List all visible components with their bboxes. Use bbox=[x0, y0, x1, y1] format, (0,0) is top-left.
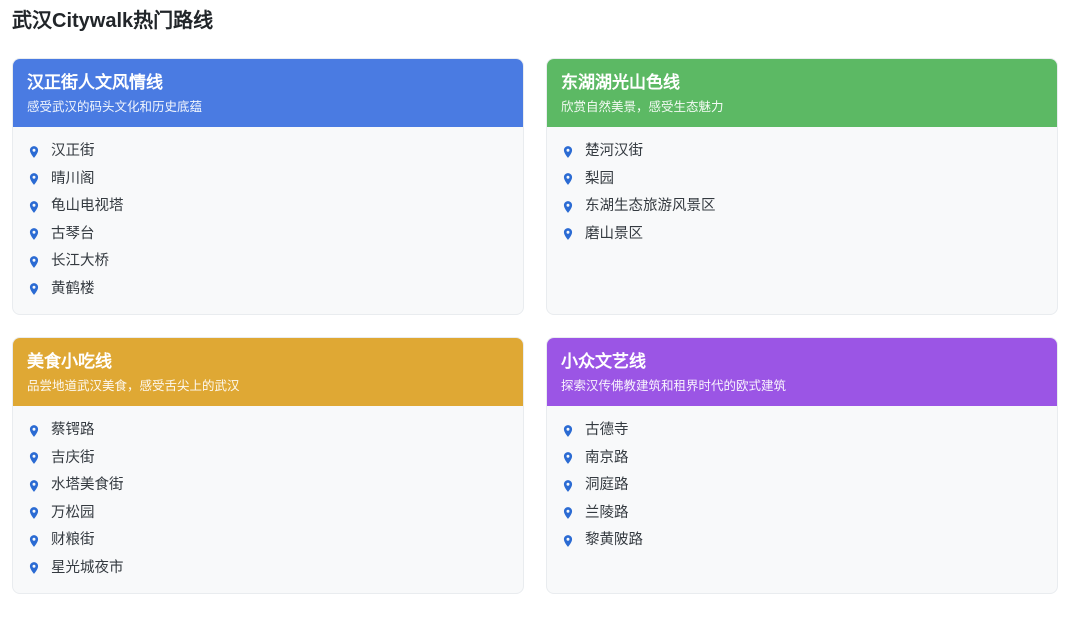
location-pin-icon bbox=[561, 172, 575, 186]
location-pin-icon bbox=[561, 506, 575, 520]
routes-grid: 汉正街人文风情线 感受武汉的码头文化和历史底蕴 汉正街 晴川阁 龟山电视塔 bbox=[12, 58, 1058, 594]
route-title: 小众文艺线 bbox=[561, 350, 1043, 374]
location-pin-icon bbox=[27, 227, 41, 241]
stop-name: 财粮街 bbox=[51, 527, 95, 554]
stop-name: 吉庆街 bbox=[51, 445, 95, 472]
location-pin-icon bbox=[27, 282, 41, 296]
route-stop-item: 黄鹤楼 bbox=[27, 276, 509, 304]
route-card: 汉正街人文风情线 感受武汉的码头文化和历史底蕴 汉正街 晴川阁 龟山电视塔 bbox=[12, 58, 524, 315]
route-stops-list: 古德寺 南京路 洞庭路 兰陵路 黎黄陂路 bbox=[547, 406, 1057, 593]
route-title: 东湖湖光山色线 bbox=[561, 71, 1043, 95]
route-stop-item: 长江大桥 bbox=[27, 248, 509, 276]
location-pin-icon bbox=[561, 451, 575, 465]
route-title: 美食小吃线 bbox=[27, 350, 509, 374]
route-card: 东湖湖光山色线 欣赏自然美景，感受生态魅力 楚河汉街 梨园 东湖生态旅游风景区 bbox=[546, 58, 1058, 315]
route-description: 欣赏自然美景，感受生态魅力 bbox=[561, 99, 1043, 116]
location-pin-icon bbox=[561, 200, 575, 214]
route-stop-item: 晴川阁 bbox=[27, 166, 509, 194]
stop-name: 星光城夜市 bbox=[51, 555, 124, 582]
stop-name: 黄鹤楼 bbox=[51, 276, 95, 303]
route-card-header: 美食小吃线 品尝地道武汉美食，感受舌尖上的武汉 bbox=[13, 338, 523, 406]
stop-name: 古德寺 bbox=[585, 417, 629, 444]
location-pin-icon bbox=[561, 145, 575, 159]
route-card: 美食小吃线 品尝地道武汉美食，感受舌尖上的武汉 蔡锷路 吉庆街 水塔美食街 bbox=[12, 337, 524, 594]
route-title: 汉正街人文风情线 bbox=[27, 71, 509, 95]
stop-name: 东湖生态旅游风景区 bbox=[585, 193, 716, 220]
location-pin-icon bbox=[27, 534, 41, 548]
route-stop-item: 龟山电视塔 bbox=[27, 193, 509, 221]
route-stops-list: 楚河汉街 梨园 东湖生态旅游风景区 磨山景区 bbox=[547, 127, 1057, 314]
route-card: 小众文艺线 探索汉传佛教建筑和租界时代的欧式建筑 古德寺 南京路 洞庭路 bbox=[546, 337, 1058, 594]
location-pin-icon bbox=[27, 172, 41, 186]
location-pin-icon bbox=[27, 200, 41, 214]
route-stop-item: 东湖生态旅游风景区 bbox=[561, 193, 1043, 221]
route-stop-item: 吉庆街 bbox=[27, 445, 509, 473]
location-pin-icon bbox=[561, 534, 575, 548]
location-pin-icon bbox=[561, 227, 575, 241]
stop-name: 晴川阁 bbox=[51, 166, 95, 193]
page: 武汉Citywalk热门路线 汉正街人文风情线 感受武汉的码头文化和历史底蕴 汉… bbox=[0, 0, 1058, 594]
page-title: 武汉Citywalk热门路线 bbox=[12, 9, 1058, 34]
route-stop-item: 星光城夜市 bbox=[27, 555, 509, 583]
route-stop-item: 梨园 bbox=[561, 166, 1043, 194]
location-pin-icon bbox=[27, 145, 41, 159]
location-pin-icon bbox=[27, 451, 41, 465]
route-stop-item: 蔡锷路 bbox=[27, 417, 509, 445]
route-stops-list: 汉正街 晴川阁 龟山电视塔 古琴台 长江大桥 bbox=[13, 127, 523, 314]
stop-name: 汉正街 bbox=[51, 138, 95, 165]
stop-name: 兰陵路 bbox=[585, 500, 629, 527]
route-stop-item: 黎黄陂路 bbox=[561, 527, 1043, 555]
route-stop-item: 古琴台 bbox=[27, 221, 509, 249]
route-card-header: 汉正街人文风情线 感受武汉的码头文化和历史底蕴 bbox=[13, 59, 523, 127]
stop-name: 磨山景区 bbox=[585, 221, 643, 248]
location-pin-icon bbox=[27, 506, 41, 520]
route-stop-item: 汉正街 bbox=[27, 138, 509, 166]
route-description: 品尝地道武汉美食，感受舌尖上的武汉 bbox=[27, 378, 509, 395]
route-stop-item: 水塔美食街 bbox=[27, 472, 509, 500]
route-description: 探索汉传佛教建筑和租界时代的欧式建筑 bbox=[561, 378, 1043, 395]
location-pin-icon bbox=[27, 424, 41, 438]
route-stop-item: 楚河汉街 bbox=[561, 138, 1043, 166]
location-pin-icon bbox=[561, 479, 575, 493]
route-card-header: 小众文艺线 探索汉传佛教建筑和租界时代的欧式建筑 bbox=[547, 338, 1057, 406]
stop-name: 黎黄陂路 bbox=[585, 527, 643, 554]
route-card-header: 东湖湖光山色线 欣赏自然美景，感受生态魅力 bbox=[547, 59, 1057, 127]
route-stop-item: 南京路 bbox=[561, 445, 1043, 473]
stop-name: 楚河汉街 bbox=[585, 138, 643, 165]
route-stop-item: 古德寺 bbox=[561, 417, 1043, 445]
route-stop-item: 万松园 bbox=[27, 500, 509, 528]
location-pin-icon bbox=[27, 561, 41, 575]
stop-name: 梨园 bbox=[585, 166, 614, 193]
route-stops-list: 蔡锷路 吉庆街 水塔美食街 万松园 财粮街 bbox=[13, 406, 523, 593]
stop-name: 龟山电视塔 bbox=[51, 193, 124, 220]
route-stop-item: 磨山景区 bbox=[561, 221, 1043, 249]
location-pin-icon bbox=[27, 479, 41, 493]
route-description: 感受武汉的码头文化和历史底蕴 bbox=[27, 99, 509, 116]
stop-name: 蔡锷路 bbox=[51, 417, 95, 444]
stop-name: 水塔美食街 bbox=[51, 472, 124, 499]
location-pin-icon bbox=[27, 255, 41, 269]
stop-name: 洞庭路 bbox=[585, 472, 629, 499]
stop-name: 南京路 bbox=[585, 445, 629, 472]
location-pin-icon bbox=[561, 424, 575, 438]
stop-name: 万松园 bbox=[51, 500, 95, 527]
stop-name: 古琴台 bbox=[51, 221, 95, 248]
route-stop-item: 财粮街 bbox=[27, 527, 509, 555]
route-stop-item: 洞庭路 bbox=[561, 472, 1043, 500]
stop-name: 长江大桥 bbox=[51, 248, 109, 275]
route-stop-item: 兰陵路 bbox=[561, 500, 1043, 528]
